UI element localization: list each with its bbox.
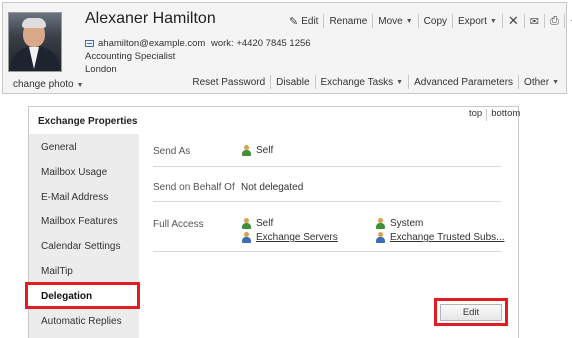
full-access-self: Self	[256, 218, 274, 229]
advanced-parameters-button[interactable]: Advanced Parameters	[409, 77, 518, 88]
favorite-button[interactable]: ☆	[565, 15, 572, 28]
print-button[interactable]: ⎙	[545, 15, 564, 28]
nav-item-delegation[interactable]: Delegation	[25, 282, 140, 309]
nav-item-mailtip[interactable]: MailTip	[41, 266, 73, 277]
action-toolbar: ✎ Edit Rename Move▼ Copy Export▼ ✕ ✉ ⎙ ☆	[284, 13, 572, 29]
copy-label: Copy	[423, 15, 448, 27]
send-on-behalf-value: Not delegated	[241, 182, 304, 193]
send-as-self: Self	[256, 145, 274, 156]
full-access-exchange-servers-link[interactable]: Exchange Servers	[256, 232, 338, 243]
scroll-links: top bottom	[465, 108, 524, 121]
nav-item-automatic-replies[interactable]: Automatic Replies	[41, 316, 122, 327]
edit-icon: ✎	[289, 15, 299, 28]
exchange-tasks-label: Exchange Tasks	[320, 76, 394, 88]
user-email[interactable]: ahamilton@example.com	[98, 38, 205, 49]
full-access-item: System	[375, 218, 423, 229]
edit-label: Edit	[301, 15, 319, 27]
delegation-edit-button[interactable]: Edit	[440, 304, 502, 321]
divider	[153, 251, 501, 252]
full-access-item: Exchange Servers	[241, 232, 338, 243]
user-icon	[241, 145, 252, 156]
close-icon: ✕	[507, 13, 519, 28]
exchange-tasks-button[interactable]: Exchange Tasks ▼	[316, 77, 409, 88]
other-button[interactable]: Other ▼	[519, 77, 564, 88]
divider	[153, 201, 501, 202]
reset-password-label: Reset Password	[192, 76, 266, 88]
chevron-down-icon: ▼	[396, 78, 404, 86]
user-location: London	[85, 64, 117, 75]
user-name: Alexaner Hamilton	[85, 10, 216, 27]
user-photo[interactable]	[8, 12, 62, 72]
group-icon	[241, 232, 252, 243]
full-access-system: System	[390, 218, 424, 229]
send-as-value: Self	[241, 145, 273, 156]
nav-item-delegation-label: Delegation	[41, 291, 93, 302]
mail-icon: ✉	[529, 15, 539, 28]
edit-button[interactable]: ✎ Edit	[284, 15, 323, 28]
group-icon	[375, 232, 386, 243]
chevron-down-icon: ▼	[405, 17, 413, 25]
top-link[interactable]: top	[465, 108, 486, 121]
full-access-item: Self	[241, 218, 273, 229]
disable-label: Disable	[276, 76, 310, 88]
change-photo-label: change photo	[13, 79, 74, 90]
disable-button[interactable]: Disable	[271, 77, 314, 88]
advanced-parameters-label: Advanced Parameters	[414, 76, 514, 88]
nav-item-calendar-settings[interactable]: Calendar Settings	[41, 241, 121, 252]
nav-item-email-address[interactable]: E-Mail Address	[41, 192, 108, 203]
close-button[interactable]: ✕	[503, 13, 524, 29]
export-label: Export	[458, 15, 487, 27]
user-icon	[375, 218, 386, 229]
email-icon	[85, 40, 94, 47]
nav-item-general[interactable]: General	[41, 142, 77, 153]
send-as-label: Send As	[153, 146, 191, 157]
mail-button[interactable]: ✉	[525, 15, 544, 28]
copy-button[interactable]: Copy	[419, 16, 452, 27]
secondary-toolbar: Reset Password Disable Exchange Tasks ▼ A…	[187, 75, 564, 89]
send-on-behalf-label: Send on Behalf Of	[153, 182, 235, 193]
nav-item-mailbox-usage[interactable]: Mailbox Usage	[41, 167, 107, 178]
user-icon	[241, 218, 252, 229]
chevron-down-icon: ▼	[552, 78, 559, 86]
export-button[interactable]: Export ▼	[453, 16, 502, 27]
rename-label: Rename	[329, 15, 368, 27]
nav-item-mailbox-features[interactable]: Mailbox Features	[41, 216, 118, 227]
full-access-exchange-trusted-link[interactable]: Exchange Trusted Subs...	[390, 232, 505, 243]
full-access-item: Exchange Trusted Subs...	[375, 232, 505, 243]
move-button[interactable]: Move ▼	[373, 16, 417, 27]
print-icon: ⎙	[549, 14, 559, 27]
other-label: Other	[524, 76, 550, 88]
chevron-down-icon: ▼	[76, 82, 84, 89]
divider	[153, 166, 501, 167]
rename-button[interactable]: Rename	[324, 16, 372, 27]
panel-title: Exchange Properties	[38, 116, 138, 127]
move-label: Move	[378, 15, 403, 27]
change-photo-button[interactable]: change photo ▼	[13, 79, 84, 90]
user-title: Accounting Specialist	[85, 51, 176, 62]
full-access-label: Full Access	[153, 219, 204, 230]
reset-password-button[interactable]: Reset Password	[187, 77, 270, 88]
user-work-phone: work: +4420 7845 1256	[211, 38, 311, 49]
bottom-link[interactable]: bottom	[487, 108, 524, 121]
chevron-down-icon: ▼	[489, 17, 497, 25]
